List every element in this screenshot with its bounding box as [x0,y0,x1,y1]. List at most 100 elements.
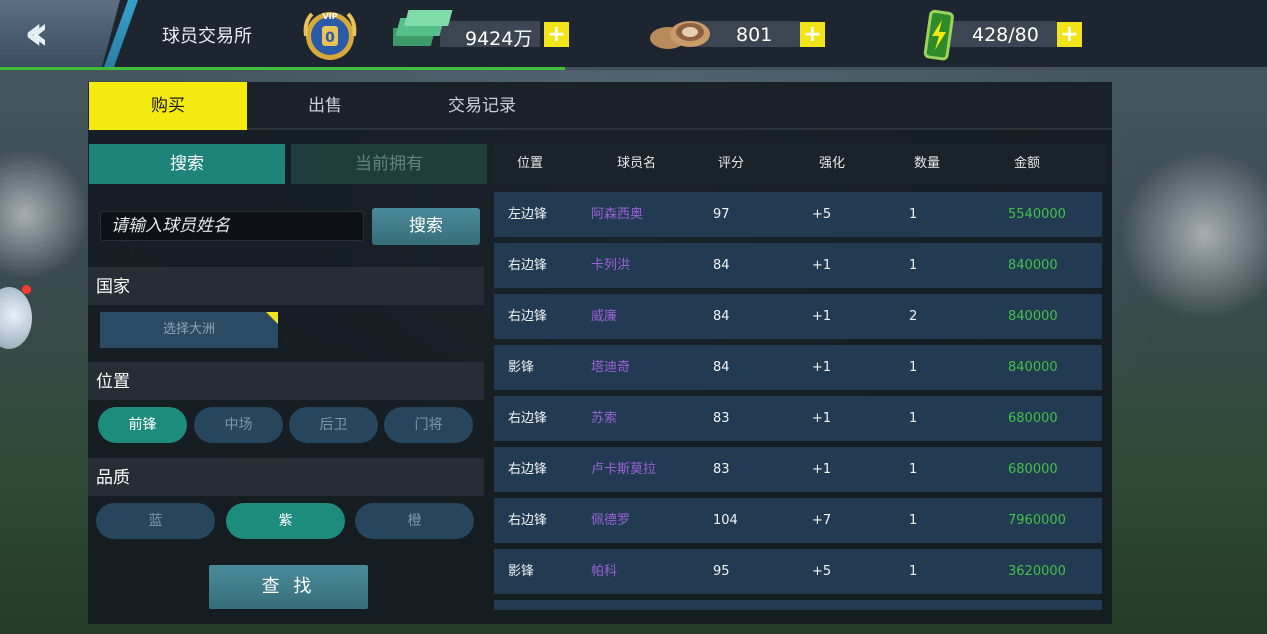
table-row[interactable]: 右边锋 佩德罗 104 +7 1 7960000 [494,498,1102,543]
energy-value: 428/80 [972,24,1039,46]
table-row[interactable]: 右边锋 威廉 84 +1 2 840000 [494,294,1102,339]
col-player-name: 球员名 [617,156,657,171]
cell-quantity: 1 [909,411,918,426]
page-title: 球员交易所 [162,26,252,47]
subtab-search[interactable]: 搜索 [89,144,285,184]
table-row[interactable]: 右边锋 卡列洪 84 +1 1 840000 [494,243,1102,288]
money-value: 9424万 [465,28,533,50]
add-energy-button[interactable]: + [1057,22,1082,47]
cell-price: 840000 [1008,309,1058,324]
cell-price: 680000 [1008,411,1058,426]
cell-enhance: +1 [812,309,832,324]
cell-enhance: +1 [812,360,832,375]
exchange-panel: 购买 出售 交易记录 搜索 当前拥有 搜索 国家 选择大洲 位置 前锋 中场 后… [88,82,1112,624]
cell-quantity: 1 [909,513,918,528]
add-coins-button[interactable]: + [800,22,825,47]
find-button[interactable]: 查 找 [209,565,368,609]
cell-position: 影锋 [508,360,535,375]
cell-rating: 84 [713,309,730,324]
cell-position: 右边锋 [508,411,548,426]
table-row[interactable]: 影锋 帕科 95 +5 1 3620000 [494,549,1102,594]
main-tabs: 购买 出售 交易记录 [88,82,1112,130]
cell-rating: 84 [713,360,730,375]
cell-player-name: 佩德罗 [591,513,631,528]
cell-player-name: 苏索 [591,411,618,426]
position-goalkeeper-button[interactable]: 门将 [384,407,473,443]
cell-position: 右边锋 [508,309,548,324]
position-forward-button[interactable]: 前锋 [98,407,187,443]
cell-price: 840000 [1008,258,1058,273]
cell-quantity: 1 [909,360,918,375]
continent-select-label: 选择大洲 [162,322,215,337]
cell-rating: 83 [713,411,730,426]
player-list[interactable]: 左边锋 阿森西奥 97 +5 1 5540000 右边锋 卡列洪 84 +1 1 840000 右边锋威… [494,192,1102,610]
subtab-owned[interactable]: 当前拥有 [291,144,487,184]
cell-rating: 95 [713,564,730,579]
dropdown-corner-icon [266,312,278,324]
cell-enhance: +5 [812,564,832,579]
table-row[interactable]: 影锋 塔迪奇 84 +1 1 840000 [494,345,1102,390]
vip-level-text: 0 [325,30,335,46]
cell-enhance: +1 [812,258,832,273]
vip-text: VIP [322,12,337,21]
table-row[interactable]: 右边锋 苏索 83 +1 1 680000 [494,396,1102,441]
cell-quantity: 1 [909,258,918,273]
country-label: 国家 [88,267,484,305]
cell-enhance: +1 [812,462,832,477]
cell-price: 5540000 [1008,207,1066,222]
cash-stack-icon [393,10,453,46]
col-rating: 评分 [718,156,745,171]
cell-quantity: 1 [909,564,918,579]
cell-price: 7960000 [1008,513,1066,528]
coins-value: 801 [736,24,773,46]
quality-purple-button[interactable]: 紫 [226,503,345,539]
cell-position: 右边锋 [508,462,548,477]
tab-sell[interactable]: 出售 [246,82,404,130]
position-midfield-button[interactable]: 中场 [194,407,283,443]
coin-stack-icon [650,21,710,49]
loading-progress-fill [0,67,566,70]
table-row[interactable] [494,600,1102,610]
cell-position: 左边锋 [508,207,548,222]
stadium-light [0,150,90,280]
position-defender-button[interactable]: 后卫 [289,407,378,443]
continent-select[interactable]: 选择大洲 [100,312,278,348]
cell-rating: 104 [713,513,738,528]
cell-enhance: +1 [812,411,832,426]
tab-trade-history[interactable]: 交易记录 [403,82,561,130]
cell-player-name: 卢卡斯莫拉 [591,462,657,477]
cell-player-name: 塔迪奇 [591,360,631,375]
vip-badge-icon[interactable]: 0 VIP [300,6,360,62]
tab-buy[interactable]: 购买 [89,82,247,130]
cell-price: 680000 [1008,462,1058,477]
loading-progress-track [0,67,1267,70]
battery-energy-icon [923,9,954,61]
cell-quantity: 2 [909,309,918,324]
search-button[interactable]: 搜索 [372,208,480,245]
floating-assistant-button[interactable] [0,287,32,349]
cell-position: 右边锋 [508,513,548,528]
cell-enhance: +7 [812,513,832,528]
table-row[interactable]: 左边锋 阿森西奥 97 +5 1 5540000 [494,192,1102,237]
table-header: 位置 球员名 评分 强化 数量 金额 [493,144,1107,184]
back-button[interactable] [0,0,120,67]
col-position: 位置 [517,156,544,171]
stadium-light [1120,150,1267,320]
cell-quantity: 1 [909,462,918,477]
player-search-input[interactable] [100,211,364,241]
cell-enhance: +5 [812,207,832,222]
col-enhance: 强化 [819,156,846,171]
cell-player-name: 威廉 [591,309,618,324]
top-bar: ‹‹ 球员交易所 0 VIP 9424万 + 801 + 428/80 + [0,0,1267,70]
quality-label: 品质 [88,458,484,496]
cell-player-name: 帕科 [591,564,618,579]
quality-orange-button[interactable]: 橙 [355,503,474,539]
cell-rating: 83 [713,462,730,477]
col-price: 金额 [1014,156,1041,171]
double-chevron-left-icon[interactable]: ‹‹ [24,8,49,58]
col-quantity: 数量 [914,156,941,171]
add-money-button[interactable]: + [544,22,569,47]
quality-blue-button[interactable]: 蓝 [96,503,215,539]
table-row[interactable]: 右边锋 卢卡斯莫拉 83 +1 1 680000 [494,447,1102,492]
cell-rating: 97 [713,207,730,222]
